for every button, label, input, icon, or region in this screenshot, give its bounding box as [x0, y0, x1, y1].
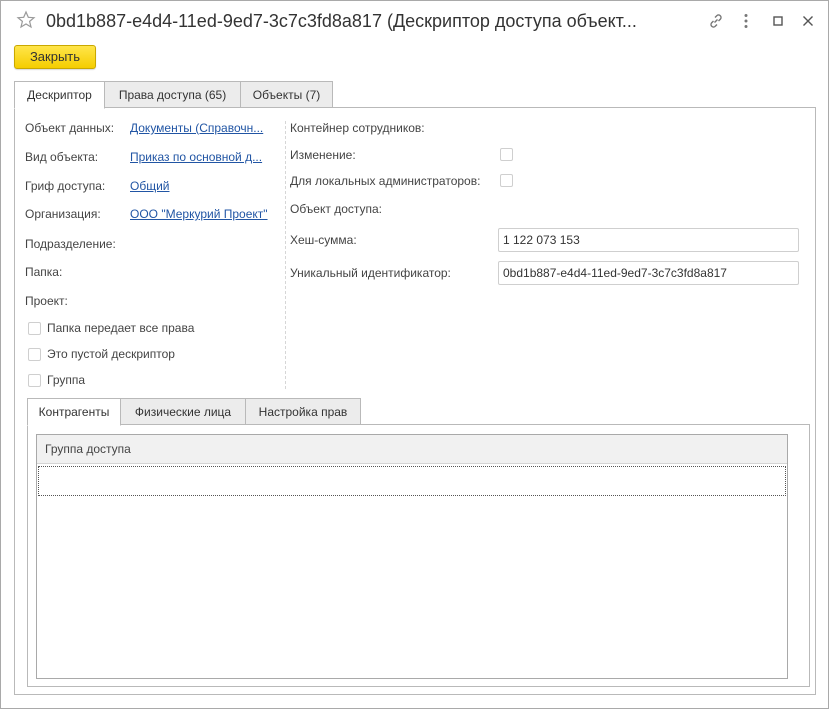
descriptor-window: 0bd1b887-e4d4-11ed-9ed7-3c7c3fd8a817 (Де… [0, 0, 829, 709]
tab-counterparties[interactable]: Контрагенты [27, 398, 121, 426]
folder-passes-rights-label: Папка передает все права [47, 321, 195, 335]
uid-label: Уникальный идентификатор: [290, 266, 451, 280]
object-type-link[interactable]: Приказ по основной д... [130, 150, 278, 164]
change-label: Изменение: [290, 148, 356, 162]
change-checkbox[interactable] [500, 148, 513, 161]
local-admins-label: Для локальных администраторов: [290, 174, 481, 188]
tab-rights-settings[interactable]: Настройка прав [245, 398, 361, 425]
tab-access-rights[interactable]: Права доступа (65) [104, 81, 241, 108]
column-divider [285, 121, 286, 389]
empty-descriptor-checkbox[interactable] [28, 348, 41, 361]
window-title: 0bd1b887-e4d4-11ed-9ed7-3c7c3fd8a817 (Де… [46, 11, 637, 31]
more-icon[interactable] [737, 12, 755, 30]
tab-individuals[interactable]: Физические лица [120, 398, 246, 425]
access-object-label: Объект доступа: [290, 202, 383, 216]
empty-descriptor-label: Это пустой дескриптор [47, 347, 175, 361]
organization-label: Организация: [25, 207, 101, 221]
tab-descriptor[interactable]: Дескриптор [14, 81, 105, 109]
department-label: Подразделение: [25, 237, 116, 251]
folder-label: Папка: [25, 265, 63, 279]
table-row[interactable] [38, 466, 786, 496]
favorite-star-icon[interactable] [16, 10, 36, 30]
access-stamp-link[interactable]: Общий [130, 179, 278, 193]
group-checkbox[interactable] [28, 374, 41, 387]
maximize-icon[interactable] [769, 12, 787, 30]
local-admins-checkbox[interactable] [500, 174, 513, 187]
access-stamp-label: Гриф доступа: [25, 179, 106, 193]
data-object-link[interactable]: Документы (Справочн... [130, 121, 278, 135]
object-type-label: Вид объекта: [25, 150, 99, 164]
close-button[interactable]: Закрыть [14, 45, 96, 69]
column-header-access-group[interactable]: Группа доступа [37, 435, 787, 464]
data-object-label: Объект данных: [25, 121, 115, 135]
link-icon[interactable] [707, 12, 725, 30]
folder-passes-rights-checkbox[interactable] [28, 322, 41, 335]
employees-container-label: Контейнер сотрудников: [290, 121, 425, 135]
tab-objects[interactable]: Объекты (7) [240, 81, 333, 108]
hash-field[interactable]: 1 122 073 153 [498, 228, 799, 252]
project-label: Проект: [25, 294, 68, 308]
hash-label: Хеш-сумма: [290, 233, 357, 247]
close-icon[interactable] [799, 12, 817, 30]
organization-link[interactable]: ООО "Меркурий Проект" [130, 207, 282, 221]
group-label: Группа [47, 373, 86, 387]
uid-field[interactable]: 0bd1b887-e4d4-11ed-9ed7-3c7c3fd8a817 [498, 261, 799, 285]
